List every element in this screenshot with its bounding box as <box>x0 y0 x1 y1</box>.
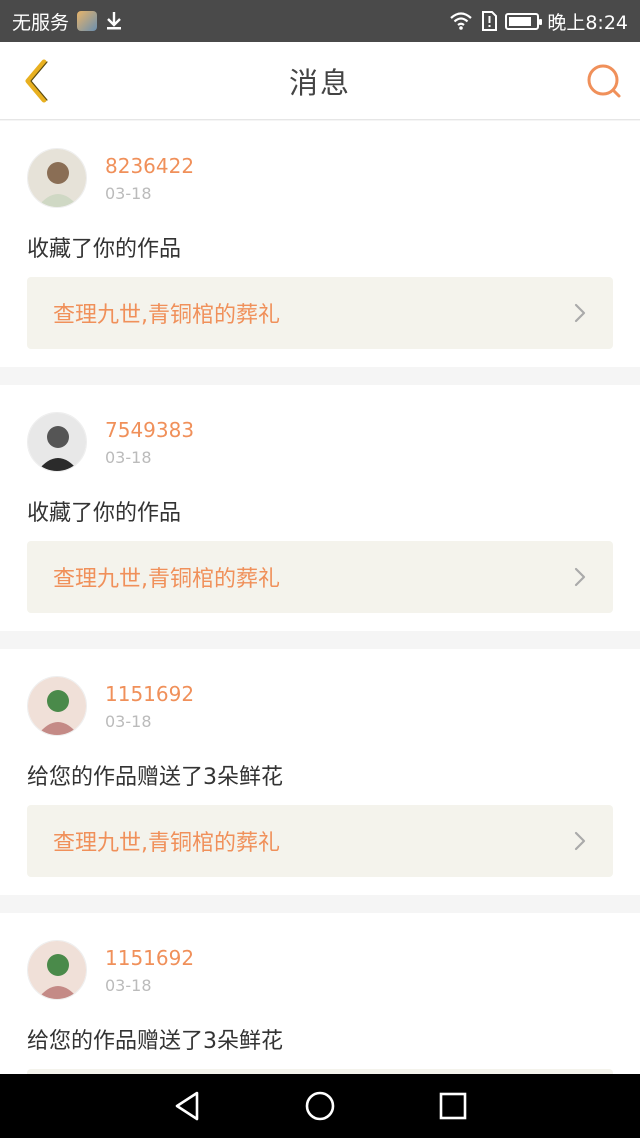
sim-alert-icon <box>481 11 498 31</box>
nav-home-button[interactable] <box>290 1076 350 1136</box>
square-recents-icon <box>440 1092 467 1120</box>
wifi-icon <box>449 11 473 31</box>
username[interactable]: 7549383 <box>105 418 194 442</box>
username[interactable]: 1151692 <box>105 682 194 706</box>
username[interactable]: 1151692 <box>105 946 194 970</box>
work-link[interactable]: 查理九世,青铜棺的葬礼 <box>27 805 613 877</box>
work-link[interactable]: 查理九世,青铜棺的葬礼 <box>27 541 613 613</box>
message-card[interactable]: 1151692 03-18 给您的作品赠送了3朵鲜花 查理九世,青铜棺的葬礼 <box>0 913 640 1074</box>
system-nav-bar <box>0 1074 640 1138</box>
message-action-text: 收藏了你的作品 <box>27 501 182 526</box>
app-header: 消息 <box>0 42 640 120</box>
message-list[interactable]: 8236422 03-18 收藏了你的作品 查理九世,青铜棺的葬礼 754938… <box>0 121 640 1074</box>
avatar[interactable] <box>27 412 87 472</box>
avatar[interactable] <box>27 148 87 208</box>
avatar[interactable] <box>27 940 87 1000</box>
carrier-text: 无服务 <box>12 11 70 34</box>
nav-recents-button[interactable] <box>423 1076 483 1136</box>
clock-text: 晚上8:24 <box>547 11 628 34</box>
download-icon <box>105 11 123 31</box>
message-card[interactable]: 7549383 03-18 收藏了你的作品 查理九世,青铜棺的葬礼 <box>0 385 640 631</box>
message-date: 03-18 <box>105 712 152 731</box>
search-icon <box>587 64 621 98</box>
app-notification-icon <box>77 11 98 31</box>
avatar[interactable] <box>27 676 87 736</box>
message-date: 03-18 <box>105 448 152 467</box>
chevron-right-icon <box>574 303 586 323</box>
message-date: 03-18 <box>105 184 152 203</box>
username[interactable]: 8236422 <box>105 154 194 178</box>
back-button[interactable] <box>14 56 58 106</box>
chevron-right-icon <box>574 831 586 851</box>
message-card[interactable]: 8236422 03-18 收藏了你的作品 查理九世,青铜棺的葬礼 <box>0 121 640 367</box>
message-card[interactable]: 1151692 03-18 给您的作品赠送了3朵鲜花 查理九世,青铜棺的葬礼 <box>0 649 640 895</box>
work-title: 查理九世,青铜棺的葬礼 <box>53 831 280 856</box>
chevron-left-icon <box>25 59 48 103</box>
battery-icon <box>505 12 543 30</box>
page-title: 消息 <box>288 65 351 100</box>
nav-back-button[interactable] <box>157 1076 217 1136</box>
triangle-back-icon <box>175 1091 198 1121</box>
message-date: 03-18 <box>105 976 152 995</box>
chevron-right-icon <box>574 567 586 587</box>
message-action-text: 给您的作品赠送了3朵鲜花 <box>27 1029 283 1054</box>
work-title: 查理九世,青铜棺的葬礼 <box>53 567 280 592</box>
message-action-text: 给您的作品赠送了3朵鲜花 <box>27 765 283 790</box>
circle-home-icon <box>305 1091 335 1121</box>
work-title: 查理九世,青铜棺的葬礼 <box>53 303 280 328</box>
status-bar: 无服务 晚上8:24 <box>0 0 640 42</box>
search-button[interactable] <box>582 59 626 103</box>
work-link[interactable]: 查理九世,青铜棺的葬礼 <box>27 277 613 349</box>
message-action-text: 收藏了你的作品 <box>27 237 182 262</box>
